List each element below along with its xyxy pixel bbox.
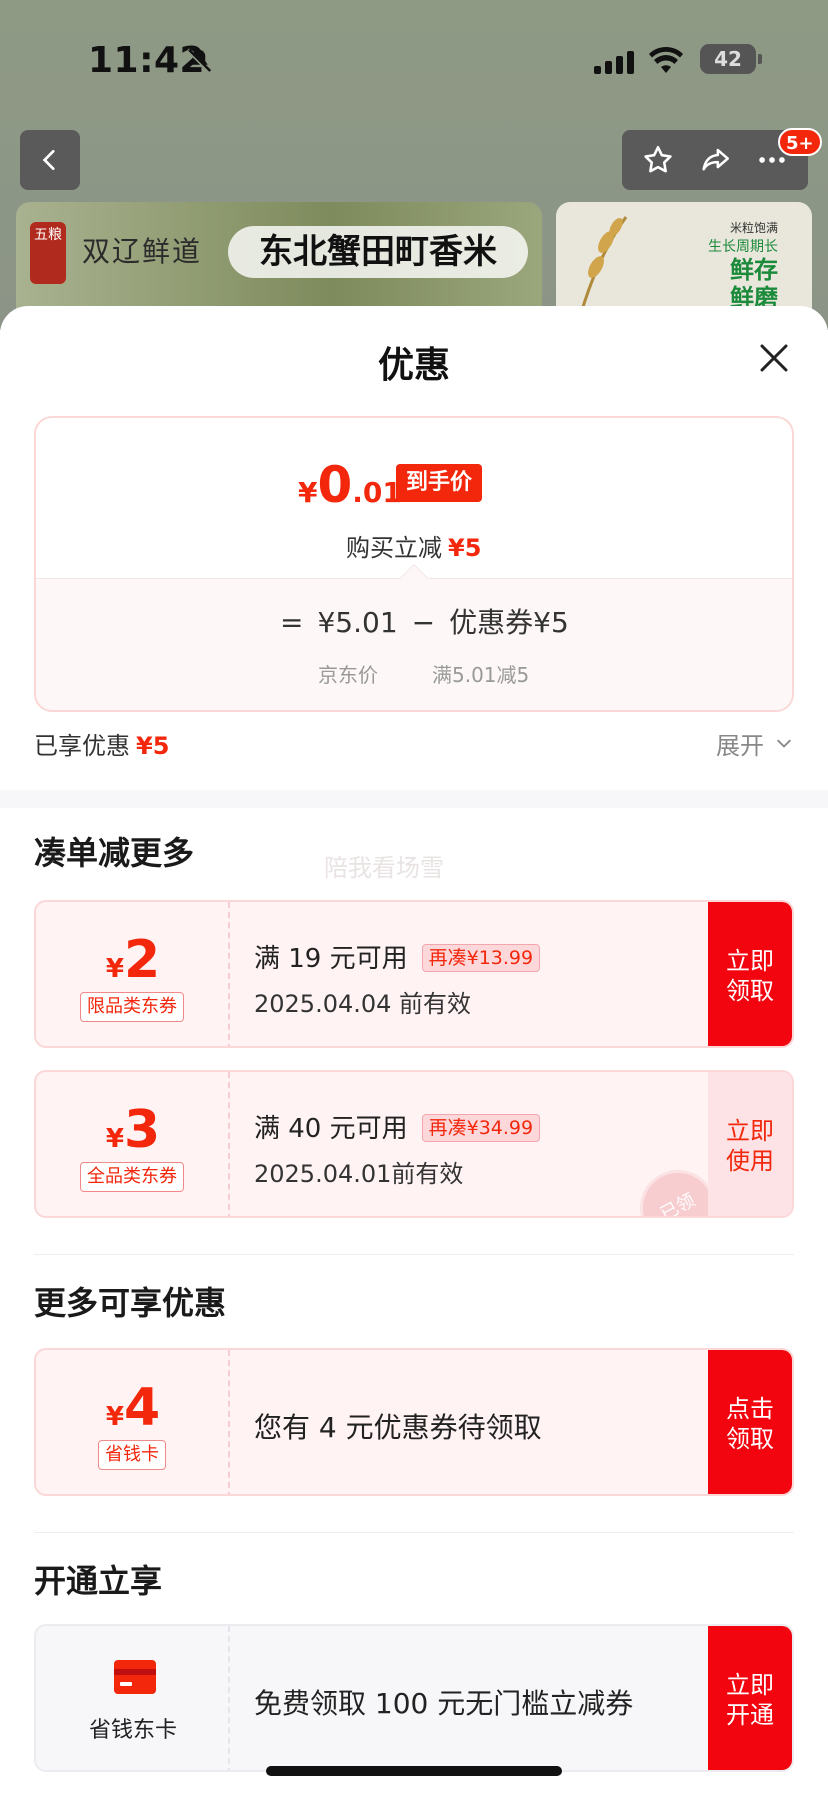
- expand-button[interactable]: 展开: [716, 726, 764, 761]
- coupon-deduction: 优惠券¥5: [449, 601, 569, 641]
- minus-sign: −: [411, 606, 436, 639]
- coupon-type: 全品类东券: [80, 1162, 184, 1192]
- watermark-text: 陪我看场雪: [324, 854, 444, 882]
- coupon-amount-area: ¥2 限品类东券: [36, 902, 230, 1046]
- credit-card-icon: [114, 1660, 156, 1694]
- coupon-card: ¥2 限品类东券 满 19 元可用 再凑¥13.99 2025.04.04 前有效…: [34, 900, 794, 1048]
- section-divider: [0, 790, 828, 808]
- side-banner-line3: 鲜存: [730, 256, 778, 284]
- currency-symbol: ¥: [105, 1402, 124, 1432]
- battery-indicator: 42: [700, 44, 762, 74]
- final-price-card: ¥0.01 到手价 购买立减 ¥5 = ¥5.01 − 优惠券¥5 京东价 满5.…: [34, 416, 794, 712]
- coupon-amount-area: ¥4 省钱卡: [36, 1350, 230, 1494]
- star-icon[interactable]: [641, 143, 675, 177]
- use-coupon-button[interactable]: 立即 使用: [708, 1072, 792, 1216]
- coupon-expiry: 2025.04.01前有效: [254, 1160, 464, 1188]
- membership-card-text: 免费领取 100 元无门槛立减券: [254, 1687, 634, 1720]
- coupon-shortfall: 再凑¥34.99: [421, 1114, 541, 1142]
- coupon-amount: ¥2: [36, 930, 230, 990]
- brand-name: 双辽鲜道: [82, 235, 203, 268]
- membership-card-offer: 省钱东卡 免费领取 100 元无门槛立减券 立即 开通: [34, 1624, 794, 1772]
- coupon-condition-text: 满 19 元可用: [254, 944, 408, 974]
- section-title-extra: 更多可享优惠: [34, 1284, 227, 1322]
- enjoyed-discount: 已享优惠 ¥5: [34, 726, 169, 761]
- share-icon[interactable]: [698, 143, 732, 177]
- equals-sign: =: [280, 606, 304, 639]
- instant-discount-value: ¥5: [448, 534, 482, 562]
- close-icon[interactable]: [756, 340, 792, 376]
- price-formula: = ¥5.01 − 优惠券¥5: [280, 601, 569, 641]
- home-indicator: [266, 1766, 562, 1776]
- side-banner-line1: 米粒饱满: [729, 221, 778, 235]
- membership-card-area: 省钱东卡: [36, 1626, 230, 1770]
- discount-sheet: 优惠 ¥0.01 到手价 购买立减 ¥5 = ¥5.01 − 优惠券¥5 京东价 …: [0, 306, 828, 1796]
- side-banner-highlight: 鲜存 鲜磨: [730, 256, 778, 312]
- currency-symbol: ¥: [105, 954, 124, 984]
- membership-card-name: 省钱东卡: [88, 1718, 177, 1743]
- final-price: ¥0.01: [298, 456, 402, 514]
- sheet-title: 优惠: [377, 345, 450, 386]
- currency-symbol: ¥: [105, 1124, 124, 1154]
- chevron-down-icon[interactable]: [774, 734, 794, 754]
- divider: [34, 1254, 794, 1255]
- coupon-amount-value: 4: [123, 1378, 161, 1438]
- coupon-deduction-value: ¥5: [533, 606, 569, 639]
- jd-price-value: ¥5.01: [317, 606, 398, 639]
- section-title-more: 凑单减更多: [34, 834, 195, 872]
- coupon-rule: 满5.01减5: [432, 663, 530, 687]
- chevron-left-icon: [42, 149, 55, 171]
- coupon-amount-value: 2: [123, 930, 161, 990]
- claim-coupon-button[interactable]: 立即 领取: [708, 902, 792, 1046]
- claim-saver-coupon-button[interactable]: 点击 领取: [708, 1350, 792, 1494]
- final-price-summary: ¥0.01 到手价 购买立减 ¥5: [36, 418, 792, 578]
- back-button[interactable]: [20, 130, 80, 190]
- coupon-type: 省钱卡: [98, 1440, 166, 1470]
- coupon-shortfall: 再凑¥13.99: [421, 944, 541, 972]
- coupon-amount-area: ¥3 全品类东券: [36, 1072, 230, 1216]
- coupon-card: ¥3 全品类东券 满 40 元可用 再凑¥34.99 2025.04.01前有效 …: [34, 1070, 794, 1218]
- side-banner-line2: 生长周期长: [708, 239, 778, 255]
- enjoyed-discount-label: 已享优惠: [34, 732, 130, 760]
- price-breakdown: = ¥5.01 − 优惠券¥5 京东价 满5.01减5: [36, 578, 792, 710]
- coupon-deduction-label: 优惠券: [449, 606, 534, 639]
- cellular-signal-icon: [594, 50, 634, 74]
- coupon-type: 限品类东券: [80, 992, 184, 1022]
- brand-logo: 五粮: [30, 222, 66, 284]
- instant-discount: 购买立减 ¥5: [346, 528, 481, 563]
- final-price-tag: 到手价: [396, 464, 483, 502]
- price-integer: 0: [317, 456, 353, 514]
- coupon-amount-value: 3: [123, 1100, 161, 1160]
- coupon-condition: 满 40 元可用 再凑¥34.99: [254, 1108, 541, 1145]
- coupon-expiry: 2025.04.04 前有效: [254, 990, 472, 1018]
- wifi-icon: [649, 46, 683, 73]
- instant-discount-label: 购买立减: [346, 534, 442, 562]
- divider: [34, 1532, 794, 1533]
- status-bar: 11:42 42: [0, 40, 828, 84]
- section-title-open: 开通立享: [34, 1562, 163, 1600]
- price-decimal: .01: [352, 476, 402, 509]
- saver-card-coupon: ¥4 省钱卡 您有 4 元优惠券待领取 点击 领取: [34, 1348, 794, 1496]
- coupon-amount: ¥4: [36, 1378, 230, 1438]
- coupon-condition-text: 满 40 元可用: [254, 1114, 408, 1144]
- coupon-condition: 满 19 元可用 再凑¥13.99: [254, 938, 541, 975]
- jd-price-label: 京东价: [318, 663, 378, 687]
- enjoyed-discount-value: ¥5: [136, 732, 170, 760]
- activate-card-button[interactable]: 立即 开通: [708, 1626, 792, 1770]
- coupon-amount: ¥3: [36, 1100, 230, 1160]
- saver-card-text: 您有 4 元优惠券待领取: [254, 1411, 542, 1444]
- currency-symbol: ¥: [298, 476, 318, 509]
- message-count-badge: 5+: [778, 128, 822, 156]
- product-title: 东北蟹田町香米: [228, 226, 528, 278]
- bell-muted-icon: [186, 48, 212, 74]
